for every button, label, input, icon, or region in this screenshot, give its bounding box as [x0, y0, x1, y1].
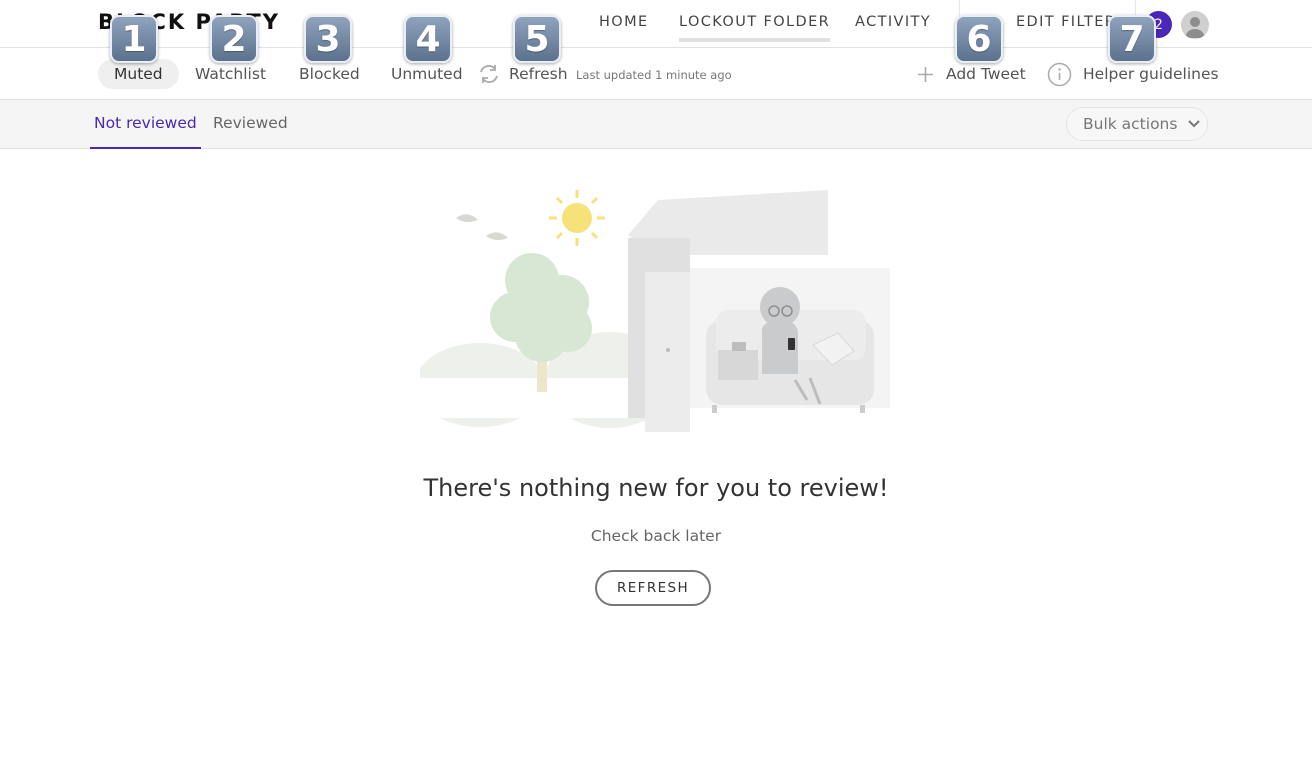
review-tabs: Not reviewed Reviewed Bulk actions: [0, 100, 1312, 149]
refresh-button[interactable]: REFRESH: [595, 570, 711, 606]
empty-state-title: There's nothing new for you to review!: [423, 474, 889, 502]
annotation-badge-4: 4: [404, 15, 452, 63]
nav-activity[interactable]: ACTIVITY: [855, 14, 931, 30]
refresh-icon[interactable]: [477, 63, 501, 85]
tab-reviewed[interactable]: Reviewed: [209, 100, 292, 149]
empty-state-illustration: [415, 180, 890, 440]
annotation-badge-3: 3: [304, 15, 352, 63]
subnav-unmuted[interactable]: Unmuted: [391, 59, 463, 89]
nav-lockout-folder[interactable]: LOCKOUT FOLDER: [679, 14, 831, 42]
subnav-muted[interactable]: Muted: [98, 59, 179, 89]
last-updated-text: Last updated 1 minute ago: [576, 68, 732, 82]
annotation-badge-2: 2: [210, 15, 258, 63]
subnav-refresh[interactable]: Refresh: [509, 59, 568, 89]
annotation-badge-5: 5: [513, 15, 561, 63]
helper-guidelines-link[interactable]: Helper guidelines: [1083, 59, 1219, 89]
annotation-badge-1: 1: [110, 15, 158, 63]
chevron-down-icon: [1187, 119, 1201, 129]
info-icon[interactable]: [1047, 62, 1072, 87]
annotation-badge-6: 6: [955, 15, 1003, 63]
bulk-actions-label: Bulk actions: [1083, 115, 1178, 133]
nav-home[interactable]: HOME: [599, 14, 649, 30]
subnav-blocked[interactable]: Blocked: [299, 59, 360, 89]
subnav-watchlist[interactable]: Watchlist: [195, 59, 266, 89]
bulk-actions-dropdown[interactable]: Bulk actions: [1066, 107, 1208, 141]
empty-state-subtitle: Check back later: [590, 527, 722, 545]
sun-icon: [549, 190, 605, 246]
annotation-badge-7: 7: [1108, 15, 1156, 63]
add-tweet-button[interactable]: Add Tweet: [946, 59, 1026, 89]
plus-icon[interactable]: [917, 66, 934, 83]
tab-not-reviewed[interactable]: Not reviewed: [90, 100, 201, 149]
avatar[interactable]: [1181, 11, 1209, 39]
